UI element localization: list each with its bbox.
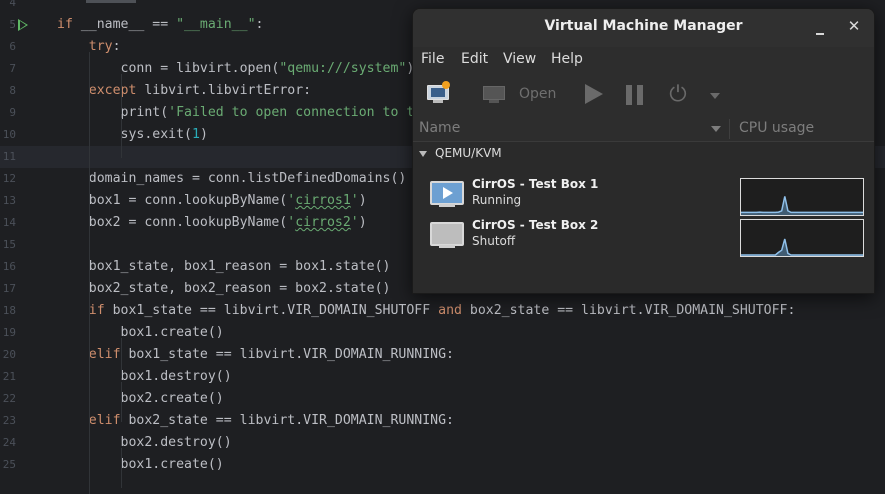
- code-text: conn = libvirt.open("qemu:///system"): [57, 61, 415, 76]
- vm-row-test-box-1[interactable]: CirrOS - Test Box 1 Running: [413, 175, 874, 216]
- indent-guide: [121, 448, 122, 488]
- vm-row-test-box-2[interactable]: CirrOS - Test Box 2 Shutoff: [413, 216, 874, 257]
- code-text: if box1_state == libvirt.VIR_DOMAIN_SHUT…: [88, 303, 796, 318]
- column-header-name[interactable]: Name: [419, 120, 460, 136]
- code-text: box1.create(): [57, 457, 224, 472]
- indent-guide: [121, 338, 122, 378]
- menu-edit[interactable]: Edit: [461, 51, 488, 67]
- pause-vm-icon[interactable]: [626, 85, 644, 105]
- line-number: 23: [2, 414, 16, 427]
- open-button-label[interactable]: Open: [519, 86, 556, 102]
- line-number: 12: [2, 172, 16, 185]
- line-number: 16: [2, 260, 16, 273]
- code-text: box2_state, box2_reason = box2.state(): [57, 281, 391, 296]
- vm-state: Shutoff: [472, 234, 516, 248]
- code-text: elif box2_state == libvirt.VIR_DOMAIN_RU…: [88, 413, 454, 428]
- code-text: elif box1_state == libvirt.VIR_DOMAIN_RU…: [88, 347, 454, 362]
- code-line[interactable]: 23 elif box2_state == libvirt.VIR_DOMAIN…: [0, 410, 885, 432]
- code-text: sys.exit(1): [57, 127, 208, 142]
- code-text: box1_state, box1_reason = box1.state(): [57, 259, 391, 274]
- line-number: 17: [2, 282, 16, 295]
- shutdown-menu-chevron-down-icon[interactable]: [710, 93, 720, 99]
- code-line[interactable]: 20 elif box1_state == libvirt.VIR_DOMAIN…: [0, 344, 885, 366]
- shutdown-icon[interactable]: ⏻: [667, 84, 689, 106]
- line-number: 15: [2, 238, 16, 251]
- indent-guide: [121, 74, 122, 114]
- vm-state: Running: [472, 193, 522, 207]
- vm-list[interactable]: QEMU/KVM CirrOS - Test Box 1 Running Cir…: [413, 142, 874, 293]
- code-text: if __name__ == "__main__":: [57, 17, 264, 32]
- menu-file[interactable]: File: [421, 51, 444, 67]
- close-button[interactable]: ✕: [845, 17, 863, 35]
- cpu-usage-graph: [740, 219, 864, 257]
- code-text: except libvirt.libvirtError:: [88, 83, 312, 98]
- line-number: 18: [2, 304, 16, 317]
- sort-chevron-down-icon[interactable]: [711, 126, 721, 132]
- line-number: 10: [2, 128, 16, 141]
- cpu-usage-area: [741, 239, 863, 256]
- line-number: 19: [2, 326, 16, 339]
- line-number: 11: [2, 150, 16, 163]
- line-number: 14: [2, 216, 16, 229]
- cpu-usage-line: [741, 196, 863, 214]
- line-number: 20: [2, 348, 16, 361]
- running-vm-icon: [430, 181, 464, 207]
- column-divider: [729, 119, 730, 139]
- vm-name: CirrOS - Test Box 1: [472, 177, 599, 191]
- run-vm-icon[interactable]: [585, 84, 603, 104]
- cpu-usage-graph: [740, 178, 864, 216]
- code-line[interactable]: 25 box1.create(): [0, 454, 885, 476]
- new-vm-icon[interactable]: [427, 81, 450, 103]
- code-text: box2.create(): [57, 391, 224, 406]
- line-number: 6: [9, 40, 16, 53]
- menu-view[interactable]: View: [503, 51, 536, 67]
- code-line[interactable]: 19 box1.create(): [0, 322, 885, 344]
- menu-bar: File Edit View Help: [413, 47, 874, 73]
- line-number: 24: [2, 436, 16, 449]
- code-line[interactable]: 18 if box1_state == libvirt.VIR_DOMAIN_S…: [0, 300, 885, 322]
- code-text: box2 = conn.lookupByName('cirros2'): [57, 215, 367, 230]
- open-console-icon[interactable]: [483, 86, 505, 103]
- indent-guide: [121, 118, 122, 158]
- line-number: 21: [2, 370, 16, 383]
- line-number: 25: [2, 458, 16, 471]
- code-text: box1.create(): [57, 325, 224, 340]
- code-line[interactable]: 22 box2.create(): [0, 388, 885, 410]
- code-line[interactable]: 24 box2.destroy(): [0, 432, 885, 454]
- shutoff-vm-icon: [430, 222, 464, 248]
- expander-chevron-down-icon[interactable]: [419, 151, 427, 157]
- line-number: 22: [2, 392, 16, 405]
- minimize-button[interactable]: [813, 19, 827, 35]
- code-line[interactable]: 21 box1.destroy(): [0, 366, 885, 388]
- code-text: box1.destroy(): [57, 369, 232, 384]
- list-header: Name CPU usage: [413, 117, 874, 142]
- toolbar: Open ⏻: [413, 73, 874, 117]
- code-text: domain_names = conn.listDefinedDomains(): [57, 171, 407, 186]
- line-number: 9: [9, 106, 16, 119]
- column-header-cpu-usage[interactable]: CPU usage: [739, 120, 814, 136]
- indent-guide: [121, 382, 122, 422]
- indent-guide: [89, 184, 90, 494]
- line-number: 7: [9, 62, 16, 75]
- title-bar[interactable]: Virtual Machine Manager ✕: [413, 9, 874, 47]
- code-text: print('Failed to open connection to t: [57, 105, 415, 120]
- code-text: box1 = conn.lookupByName('cirros1'): [57, 193, 367, 208]
- line-number: 4: [9, 0, 16, 9]
- virt-manager-window: Virtual Machine Manager ✕ File Edit View…: [412, 8, 875, 294]
- line-number: 13: [2, 194, 16, 207]
- cpu-usage-line: [741, 238, 863, 256]
- code-text: box2.destroy(): [57, 435, 232, 450]
- connection-label: QEMU/KVM: [435, 146, 502, 160]
- run-gutter-icon[interactable]: [18, 19, 28, 31]
- line-number: 5: [9, 18, 16, 31]
- window-title: Virtual Machine Manager: [544, 18, 743, 34]
- line-number: 8: [9, 84, 16, 97]
- menu-help[interactable]: Help: [551, 51, 583, 67]
- vm-name: CirrOS - Test Box 2: [472, 218, 599, 232]
